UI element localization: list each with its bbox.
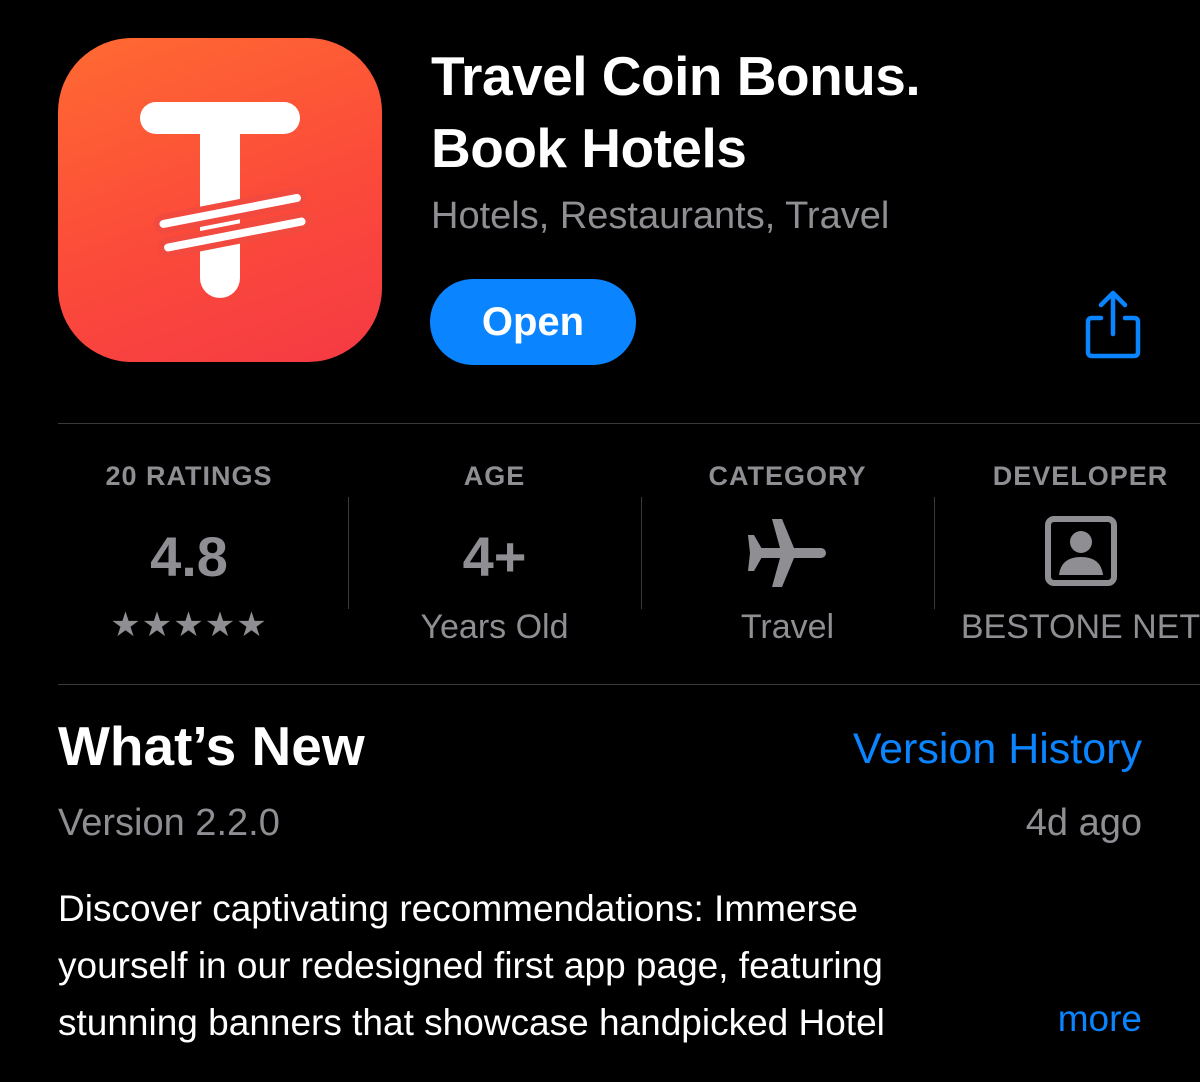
release-age: 4d ago [1025, 802, 1142, 844]
rating-stars: ★★★★★ [110, 606, 268, 644]
person-icon [1044, 515, 1118, 587]
more-link[interactable]: more [1058, 994, 1142, 1044]
release-notes: Discover captivating recommendations: Im… [58, 880, 1038, 1051]
whats-new-title: What’s New [58, 715, 365, 777]
travel-coin-logo-icon [140, 102, 312, 298]
version-history-link[interactable]: Version History [853, 722, 1142, 776]
share-icon [1085, 290, 1141, 359]
category-label: CATEGORY [708, 461, 867, 491]
ratings-info[interactable]: 20 RATINGS 4.8 ★★★★★ [40, 455, 338, 655]
release-notes-line: Discover captivating recommendations: Im… [58, 888, 858, 929]
airplane-icon [746, 515, 830, 591]
app-subtitle: Hotels, Restaurants, Travel [431, 195, 890, 237]
release-notes-line: yourself in our redesigned first app pag… [58, 945, 883, 986]
category-sub: Travel [740, 608, 835, 646]
age-info[interactable]: AGE 4+ Years Old [348, 455, 641, 655]
info-divider [58, 684, 1200, 685]
app-icon [58, 38, 382, 362]
age-sub: Years Old [420, 608, 569, 646]
share-button[interactable] [1082, 290, 1144, 360]
app-title: Travel Coin Bonus. Book Hotels [431, 40, 1151, 184]
developer-label: DEVELOPER [992, 461, 1169, 491]
release-notes-line: stunning banners that showcase handpicke… [58, 1002, 885, 1043]
age-label: AGE [463, 461, 526, 491]
app-title-line-1: Travel Coin Bonus. [431, 45, 921, 107]
category-info[interactable]: CATEGORY Travel [641, 455, 934, 655]
version-number: Version 2.2.0 [58, 802, 280, 844]
developer-info[interactable]: DEVELOPER BESTONE NET [934, 455, 1200, 655]
app-store-page: Travel Coin Bonus. Book Hotels Hotels, R… [0, 0, 1200, 1082]
header-divider [58, 423, 1200, 424]
rating-value: 4.8 [150, 525, 228, 588]
app-title-line-2: Book Hotels [431, 117, 747, 179]
ratings-label: 20 RATINGS [105, 461, 273, 491]
open-button[interactable]: Open [430, 279, 636, 365]
age-value: 4+ [462, 525, 527, 588]
developer-sub: BESTONE NET [960, 608, 1200, 646]
